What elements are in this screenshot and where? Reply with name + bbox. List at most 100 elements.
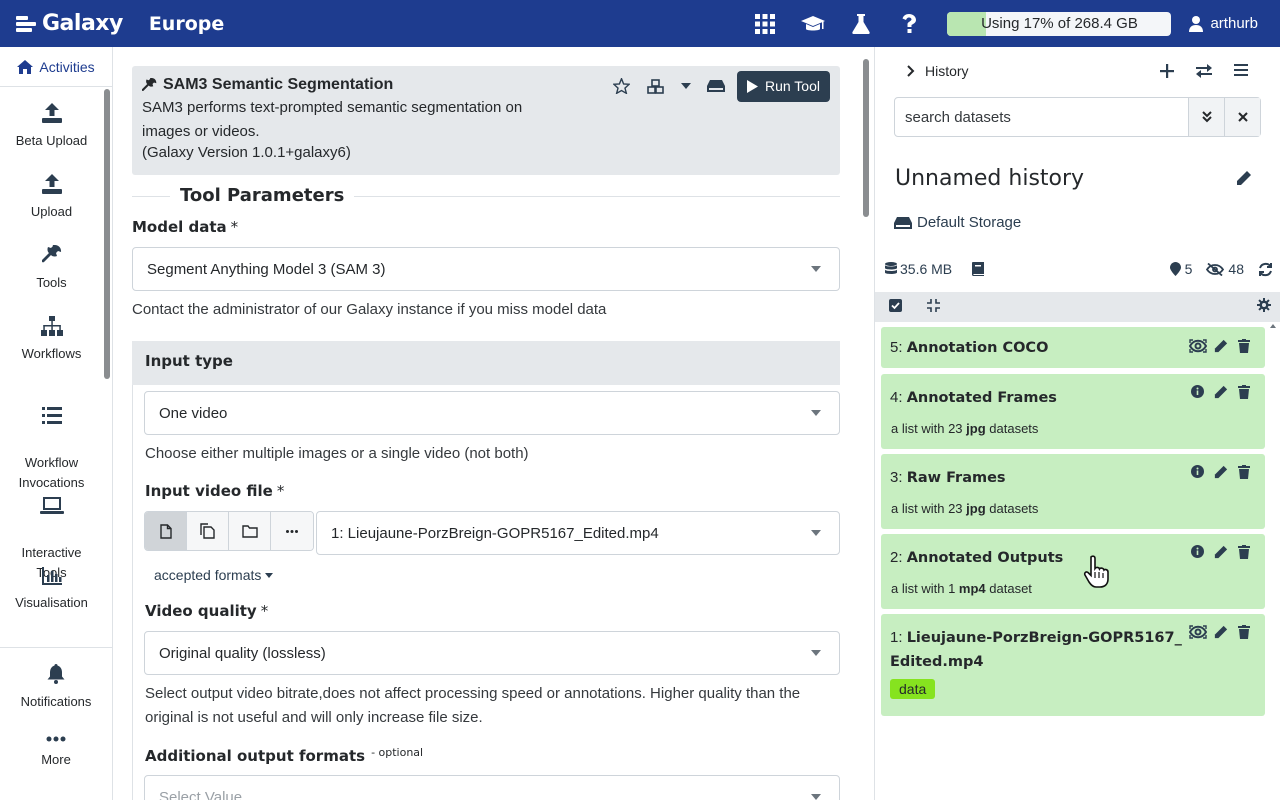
activity-scrollbar[interactable] xyxy=(104,89,110,379)
bell-icon xyxy=(0,664,112,684)
multiple-datasets-button[interactable] xyxy=(187,512,229,550)
chevrons-down-icon xyxy=(1201,111,1212,123)
pencil-icon[interactable] xyxy=(1209,625,1232,639)
sitemap-icon xyxy=(0,316,103,336)
storage-link[interactable]: Default Storage xyxy=(894,214,1021,231)
accepted-formats-toggle[interactable]: accepted formats xyxy=(154,567,274,583)
single-dataset-button[interactable] xyxy=(145,512,187,550)
history-header-title[interactable]: History xyxy=(925,63,969,79)
activity-tools[interactable]: Tools xyxy=(0,245,103,293)
exchange-icon[interactable] xyxy=(1185,64,1222,78)
shown-count[interactable]: 5 xyxy=(1169,261,1193,277)
pencil-icon[interactable] xyxy=(1236,170,1252,190)
info-icon[interactable] xyxy=(1186,465,1209,479)
activity-workflows[interactable]: Workflows xyxy=(0,316,103,364)
input-video-value: 1: Lieujaune-PorzBreign-GOPR5167_Edited.… xyxy=(331,524,659,542)
input-type-value: One video xyxy=(159,404,228,422)
trash-icon[interactable] xyxy=(1232,339,1255,353)
settings-gear-icon[interactable] xyxy=(1257,298,1271,316)
brand-link[interactable]: Galaxy xyxy=(16,11,123,36)
tool-name: SAM3 Semantic Segmentation xyxy=(163,76,394,93)
eye-icon[interactable] xyxy=(1186,339,1209,353)
clear-search-button[interactable] xyxy=(1224,98,1260,136)
activity-beta-upload[interactable]: Beta Upload xyxy=(0,103,103,151)
quota-meter[interactable]: Using 17% of 268.4 GB xyxy=(947,11,1172,36)
input-type-select[interactable]: One video xyxy=(144,391,840,435)
grid-icon[interactable] xyxy=(741,0,789,47)
scrollbar-thumb[interactable] xyxy=(863,59,869,217)
brand-subtitle: Europe xyxy=(148,12,225,35)
graduation-cap-icon[interactable] xyxy=(789,0,837,47)
activity-label: Workflows xyxy=(21,346,82,361)
ellipsis-icon xyxy=(0,736,112,742)
history-size[interactable]: 35.6 MB xyxy=(885,261,952,277)
accepted-formats-label: accepted formats xyxy=(154,567,262,583)
model-data-value: Segment Anything Model 3 (SAM 3) xyxy=(147,260,386,278)
run-tool-button[interactable]: Run Tool xyxy=(736,70,830,102)
activity-label: Visualisation xyxy=(15,595,88,610)
chevron-right-icon[interactable] xyxy=(907,65,915,77)
advanced-search-button[interactable] xyxy=(1188,98,1224,136)
book-icon[interactable] xyxy=(972,262,985,276)
pencil-icon[interactable] xyxy=(1209,545,1232,559)
activities-button[interactable]: Activities xyxy=(0,47,112,87)
storage-icon[interactable] xyxy=(699,70,733,102)
history-header: History xyxy=(875,47,1280,95)
video-quality-select[interactable]: Original quality (lossless) xyxy=(144,631,840,675)
trash-icon[interactable] xyxy=(1232,545,1255,559)
user-icon xyxy=(1189,15,1204,32)
pencil-icon[interactable] xyxy=(1209,465,1232,479)
video-quality-help: Select output video bitrate,does not aff… xyxy=(145,685,801,726)
model-data-label: Model data * xyxy=(132,218,238,236)
more-options-button[interactable] xyxy=(271,512,313,550)
additional-formats-select[interactable]: Select Value xyxy=(144,775,840,800)
trash-icon[interactable] xyxy=(1232,465,1255,479)
select-all-checkbox-icon[interactable] xyxy=(889,298,902,316)
activity-more[interactable]: More xyxy=(0,736,112,770)
history-item[interactable]: 2: Annotated Outputs a list with 1 mp4 d… xyxy=(881,534,1265,609)
tool-title: SAM3 Semantic Segmentation xyxy=(142,76,393,94)
history-item[interactable]: 5: Annotation COCO xyxy=(881,327,1265,368)
history-item[interactable]: 4: Annotated Frames a list with 23 jpg d… xyxy=(881,374,1265,449)
center-scrollbar[interactable] xyxy=(860,47,874,800)
history-item[interactable]: 1: Lieujaune-PorzBreign-GOPR5167_Edited.… xyxy=(881,614,1265,716)
activity-bottom: Notifications More xyxy=(0,647,112,767)
dataset-tag[interactable]: data xyxy=(890,679,936,699)
eye-icon[interactable] xyxy=(1186,625,1209,639)
cubes-icon[interactable] xyxy=(639,70,673,102)
input-video-select[interactable]: 1: Lieujaune-PorzBreign-GOPR5167_Edited.… xyxy=(316,511,840,555)
upload-icon xyxy=(0,174,103,194)
item-hid: 1: xyxy=(890,629,903,646)
history-search: search datasets xyxy=(894,97,1261,137)
shown-count-value: 5 xyxy=(1184,261,1193,277)
hidden-count-value: 48 xyxy=(1228,261,1244,277)
plus-icon[interactable] xyxy=(1148,64,1185,78)
pencil-icon[interactable] xyxy=(1209,385,1232,399)
hidden-count[interactable]: 48 xyxy=(1206,261,1244,277)
item-name: Lieujaune-PorzBreign-GOPR5167_Edited.mp4 xyxy=(890,630,1182,670)
collection-button[interactable] xyxy=(229,512,271,550)
flask-icon[interactable] xyxy=(837,0,885,47)
trash-icon[interactable] xyxy=(1232,385,1255,399)
section-title: Tool Parameters xyxy=(170,185,355,206)
brand-name: Galaxy xyxy=(42,11,123,36)
pencil-icon[interactable] xyxy=(1209,339,1232,353)
activity-upload[interactable]: Upload xyxy=(0,174,103,222)
info-icon[interactable] xyxy=(1186,545,1209,559)
activity-label: Upload xyxy=(30,204,73,219)
refresh-icon[interactable] xyxy=(1258,262,1273,277)
activity-visualisation[interactable]: Visualisation xyxy=(0,567,103,613)
info-icon[interactable] xyxy=(1186,385,1209,399)
user-menu[interactable]: arthurb xyxy=(1189,15,1258,32)
file-icon xyxy=(159,523,172,539)
menu-icon[interactable] xyxy=(1222,64,1259,78)
help-icon[interactable] xyxy=(885,0,933,47)
star-icon[interactable] xyxy=(605,70,639,102)
compress-icon[interactable] xyxy=(927,298,940,316)
trash-icon[interactable] xyxy=(1232,625,1255,639)
model-data-select[interactable]: Segment Anything Model 3 (SAM 3) xyxy=(132,247,840,291)
caret-down-icon[interactable] xyxy=(673,70,699,102)
activity-notifications[interactable]: Notifications xyxy=(0,664,112,712)
history-item[interactable]: 3: Raw Frames a list with 23 jpg dataset… xyxy=(881,454,1265,529)
search-datasets-input[interactable]: search datasets xyxy=(895,98,1188,136)
